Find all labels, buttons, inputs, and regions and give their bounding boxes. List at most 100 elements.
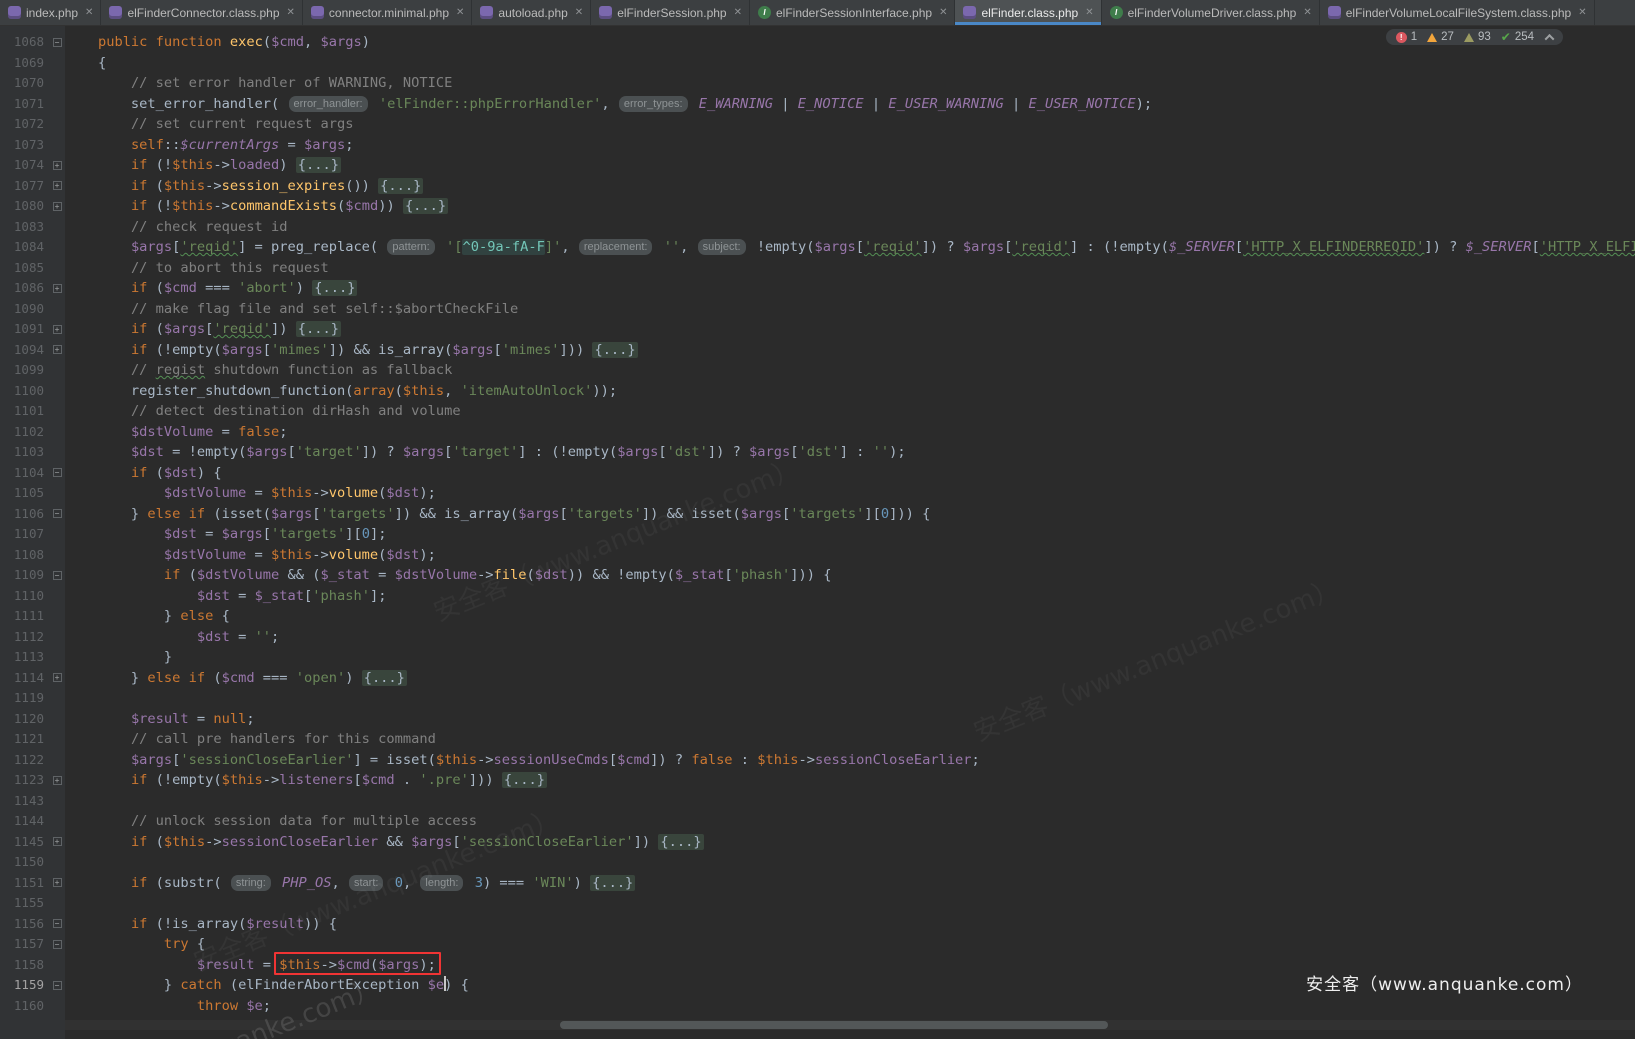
code-token: $this xyxy=(403,383,444,399)
fold-marker-icon[interactable]: − xyxy=(53,940,62,949)
fold-column xyxy=(49,729,65,750)
line-number: 1101 xyxy=(0,401,49,422)
code-line: $dst = ''; xyxy=(65,627,1635,648)
fold-marker-icon[interactable]: + xyxy=(53,181,62,190)
fold-marker-icon[interactable]: + xyxy=(53,202,62,211)
folded-region[interactable]: {...} xyxy=(312,280,357,296)
code-token: '' xyxy=(255,629,271,645)
tab-elFinderVolumeLocalFileSystem.class.php[interactable]: elFinderVolumeLocalFileSystem.class.php✕ xyxy=(1320,0,1595,25)
code-token: [ xyxy=(1532,239,1540,255)
code-token: if xyxy=(131,875,147,891)
close-tab-icon[interactable]: ✕ xyxy=(287,7,295,18)
code-token: ; xyxy=(271,629,279,645)
folded-region[interactable]: {...} xyxy=(658,834,703,850)
code-token xyxy=(65,465,131,481)
code-token: volume xyxy=(329,547,378,563)
code-token: // detect destination dirHash and volume xyxy=(131,403,461,419)
code-token: ]) ? xyxy=(362,444,403,460)
code-token: ) xyxy=(279,157,295,173)
close-tab-icon[interactable]: ✕ xyxy=(575,7,583,18)
folded-region[interactable]: {...} xyxy=(590,875,635,891)
tab-autoload.php[interactable]: autoload.php✕ xyxy=(472,0,591,25)
folded-region[interactable]: {...} xyxy=(403,198,448,214)
close-tab-icon[interactable]: ✕ xyxy=(1303,7,1311,18)
fold-marker-icon[interactable]: − xyxy=(53,981,62,990)
code-token: ( xyxy=(147,178,163,194)
code-token xyxy=(65,280,131,296)
code-token: } xyxy=(65,670,147,686)
code-token: -> xyxy=(205,178,221,194)
close-tab-icon[interactable]: ✕ xyxy=(85,7,93,18)
gutter-row: 1107 xyxy=(0,524,65,545)
gutter-row: 1102 xyxy=(0,422,65,443)
fold-marker-icon[interactable]: − xyxy=(53,468,62,477)
close-tab-icon[interactable]: ✕ xyxy=(1085,7,1093,18)
code-line: if ($this->sessionCloseEarlier && $args[… xyxy=(65,832,1635,853)
code-line: $dst = $args['targets'][0]; xyxy=(65,524,1635,545)
tab-elFinderConnector.class.php[interactable]: elFinderConnector.class.php✕ xyxy=(101,0,302,25)
line-number: 1085 xyxy=(0,258,49,279)
fold-marker-icon[interactable]: + xyxy=(53,878,62,887)
folded-region[interactable]: {...} xyxy=(592,342,637,358)
code-token xyxy=(65,752,131,768)
fold-marker-icon[interactable]: + xyxy=(53,837,62,846)
gutter-row: 1108 xyxy=(0,545,65,566)
line-number: 1094 xyxy=(0,340,49,361)
code-token: = !empty( xyxy=(164,444,246,460)
error-count[interactable]: ! 1 xyxy=(1396,31,1417,43)
code-token: !empty( xyxy=(749,239,815,255)
folded-region[interactable]: {...} xyxy=(378,178,423,194)
interface-file-icon: I xyxy=(1110,6,1123,19)
fold-marker-icon[interactable]: − xyxy=(53,919,62,928)
line-number: 1071 xyxy=(0,94,49,115)
fold-column xyxy=(49,299,65,320)
close-tab-icon[interactable]: ✕ xyxy=(734,7,742,18)
tab-elFinderSession.php[interactable]: elFinderSession.php✕ xyxy=(591,0,750,25)
chevron-up-icon[interactable] xyxy=(1545,33,1555,43)
code-token: ( xyxy=(180,567,196,583)
code-token: $args xyxy=(749,444,790,460)
code-token: $dst xyxy=(131,444,164,460)
code-token: )); xyxy=(592,383,617,399)
code-token: // xyxy=(131,362,156,378)
folded-region[interactable]: {...} xyxy=(296,157,341,173)
code-token: 'reqid' xyxy=(180,239,238,255)
close-tab-icon[interactable]: ✕ xyxy=(1578,7,1586,18)
interface-file-icon: I xyxy=(758,6,771,19)
fold-marker-icon[interactable]: − xyxy=(53,509,62,518)
fold-marker-icon[interactable]: + xyxy=(53,325,62,334)
line-number: 1105 xyxy=(0,483,49,504)
close-tab-icon[interactable]: ✕ xyxy=(456,7,464,18)
close-tab-icon[interactable]: ✕ xyxy=(939,7,947,18)
tab-index.php[interactable]: index.php✕ xyxy=(0,0,101,25)
code-token: : xyxy=(733,752,758,768)
code-token: if xyxy=(189,670,205,686)
gutter-row: 1150 xyxy=(0,852,65,873)
passed-count[interactable]: ✔ 254 xyxy=(1501,31,1534,43)
folded-region[interactable]: {...} xyxy=(502,772,547,788)
tab-elFinderVolumeDriver.class.php[interactable]: IelFinderVolumeDriver.class.php✕ xyxy=(1102,0,1320,25)
inspections-widget[interactable]: ! 1 27 93 ✔ 254 xyxy=(1386,29,1563,45)
fold-marker-icon[interactable]: + xyxy=(53,345,62,354)
tab-elFinderSessionInterface.php[interactable]: IelFinderSessionInterface.php✕ xyxy=(750,0,955,25)
code-token: [ xyxy=(494,342,502,358)
fold-marker-icon[interactable]: + xyxy=(53,673,62,682)
weak-warning-count[interactable]: 93 xyxy=(1464,31,1491,43)
code-token xyxy=(65,178,131,194)
fold-marker-icon[interactable]: − xyxy=(53,571,62,580)
warning-count[interactable]: 27 xyxy=(1427,31,1454,43)
fold-marker-icon[interactable]: + xyxy=(53,776,62,785)
tab-elFinder.class.php[interactable]: elFinder.class.php✕ xyxy=(955,0,1101,25)
fold-marker-icon[interactable]: + xyxy=(53,284,62,293)
code-token: = xyxy=(197,526,222,542)
horizontal-scrollbar[interactable] xyxy=(560,1021,1108,1029)
tab-connector.minimal.php[interactable]: connector.minimal.php✕ xyxy=(303,0,472,25)
fold-marker-icon[interactable]: − xyxy=(53,38,62,47)
code-token: $_SERVER xyxy=(1466,239,1532,255)
code-area[interactable]: public function exec($cmd, $args) { // s… xyxy=(65,26,1635,1039)
fold-marker-icon[interactable]: + xyxy=(53,161,62,170)
folded-region[interactable]: {...} xyxy=(362,670,407,686)
folded-region[interactable]: {...} xyxy=(296,321,341,337)
fold-column xyxy=(49,811,65,832)
tab-bar: index.php✕elFinderConnector.class.php✕co… xyxy=(0,0,1635,26)
